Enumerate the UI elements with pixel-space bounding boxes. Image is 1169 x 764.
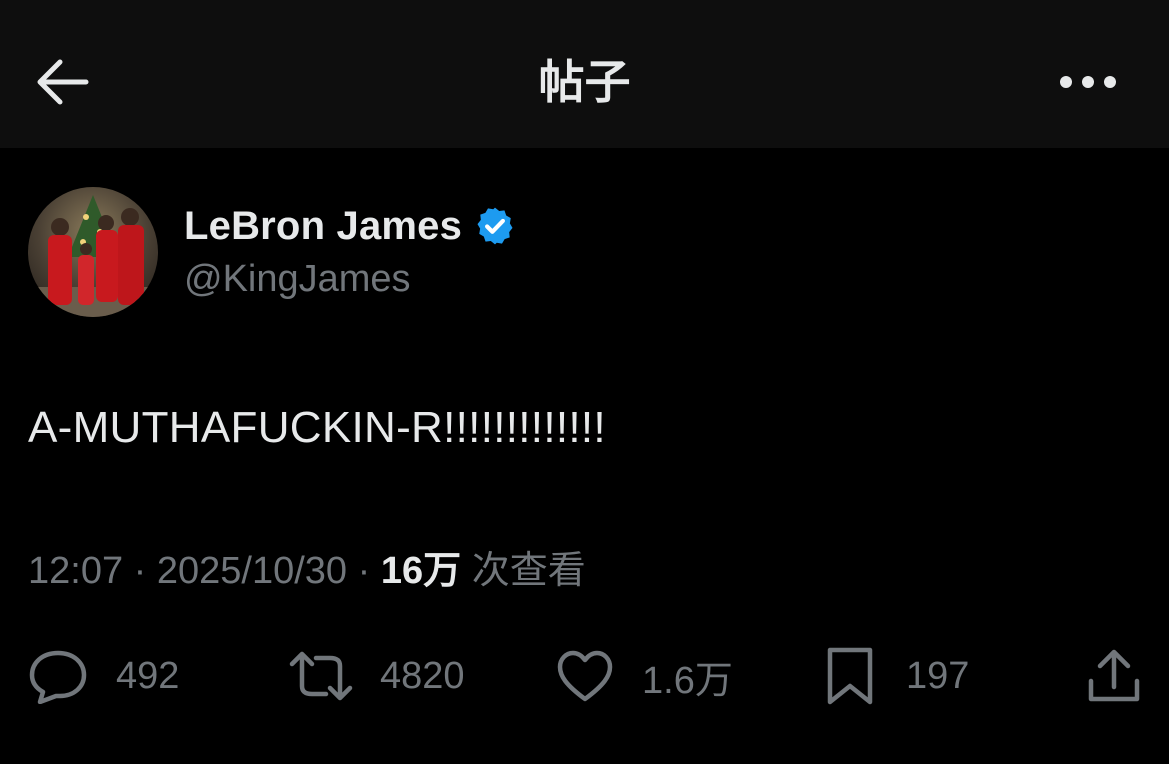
repost-button[interactable]: 4820 [288, 640, 465, 712]
bookmark-icon [827, 647, 873, 705]
author-name-row: LeBron James [184, 198, 516, 254]
heart-icon [557, 650, 613, 702]
more-options-button[interactable] [1050, 50, 1126, 114]
post-text: A-MUTHAFUCKIN-R!!!!!!!!!!!!! [28, 403, 606, 452]
post-time: 12:07 [28, 550, 124, 592]
repost-icon [289, 651, 353, 701]
separator-dot: · [357, 550, 381, 592]
like-count: 1.6万 [642, 659, 733, 702]
reply-icon [29, 650, 87, 704]
verified-badge-icon [474, 205, 516, 247]
reply-button[interactable]: 492 [28, 640, 179, 712]
page-title: 帖子 [538, 56, 631, 108]
more-horizontal-icon [1060, 76, 1116, 88]
views-label: 次查看 [471, 550, 586, 592]
separator-dot: · [133, 550, 157, 592]
bookmark-button[interactable]: 197 [826, 640, 969, 712]
reply-count: 492 [116, 654, 180, 697]
action-bar: 492 4820 1.6万 197 [0, 640, 1169, 712]
views-count[interactable]: 16万 [381, 550, 461, 592]
profile-photo [28, 187, 158, 317]
post-date: 2025/10/30 [156, 550, 348, 592]
repost-count: 4820 [380, 654, 465, 697]
share-icon [1088, 649, 1140, 702]
post-metadata: 12:07 · 2025/10/30 · 16万 次查看 [28, 545, 586, 597]
like-button[interactable]: 1.6万 [556, 640, 733, 712]
user-handle[interactable]: @KingJames [184, 254, 411, 304]
bookmark-count: 197 [906, 654, 970, 697]
top-navigation-bar: 帖子 [0, 0, 1169, 148]
display-name[interactable]: LeBron James [184, 204, 462, 249]
avatar[interactable] [28, 187, 158, 317]
share-button[interactable] [1086, 640, 1142, 712]
